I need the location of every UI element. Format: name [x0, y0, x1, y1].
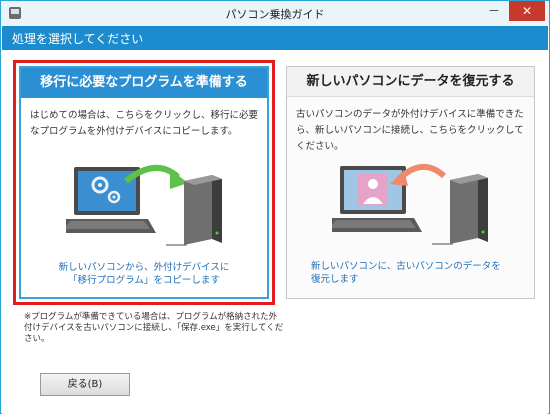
- option-title: 新しいパソコンにデータを復元する: [287, 67, 534, 97]
- instruction-header: 処理を選択してください: [2, 26, 548, 50]
- close-button[interactable]: ✕: [509, 1, 545, 21]
- back-button[interactable]: 戻る(B): [40, 373, 130, 396]
- window-title: パソコン乗換ガイド: [225, 8, 325, 21]
- option-description: 古いパソコンのデータが外付けデバイスに準備できたら、新しいパソコンに接続し、こち…: [296, 109, 524, 152]
- option-description: はじめての場合は、こちらをクリックし、移行に必要なプログラムを外付けデバイスにコ…: [30, 110, 259, 137]
- laptop-gear-to-drive-icon: [66, 165, 222, 246]
- minimize-button[interactable]: －: [481, 1, 507, 21]
- caption-line: 「移行プログラム」をコピーします: [68, 275, 220, 286]
- instruction-text: 処理を選択してください: [12, 32, 144, 46]
- title-bar: パソコン乗換ガイド － ✕: [1, 1, 549, 26]
- caption-line: 新しいパソコンに、古いパソコンのデータを: [311, 261, 501, 272]
- option-restore-data[interactable]: 新しいパソコンにデータを復元する 古いパソコンのデータが外付けデバイスに準備でき…: [286, 66, 535, 299]
- note-text: ※プログラムが準備できている場合は、プログラムが格納された外付けデバイスを古いパ…: [24, 312, 284, 344]
- option-title: 移行に必要なプログラムを準備する: [21, 68, 267, 98]
- caption-line: 復元します: [311, 274, 359, 285]
- option-caption: 新しいパソコンに、古いパソコンのデータを 復元します: [311, 260, 501, 286]
- selection-highlight: 移行に必要なプログラムを準備する はじめての場合は、こちらをクリックし、移行に必…: [13, 60, 275, 305]
- caption-line: 新しいパソコンから、外付けデバイスに: [58, 262, 230, 273]
- option-prepare-program[interactable]: 移行に必要なプログラムを準備する はじめての場合は、こちらをクリックし、移行に必…: [19, 66, 269, 299]
- main-content: 移行に必要なプログラムを準備する はじめての場合は、こちらをクリックし、移行に必…: [2, 50, 548, 414]
- option-caption: 新しいパソコンから、外付けデバイスに 「移行プログラム」をコピーします: [21, 261, 267, 287]
- app-window: パソコン乗換ガイド － ✕ 処理を選択してください 移行に必要なプログラムを準備…: [0, 0, 550, 414]
- drive-to-laptop-person-icon: [332, 164, 488, 245]
